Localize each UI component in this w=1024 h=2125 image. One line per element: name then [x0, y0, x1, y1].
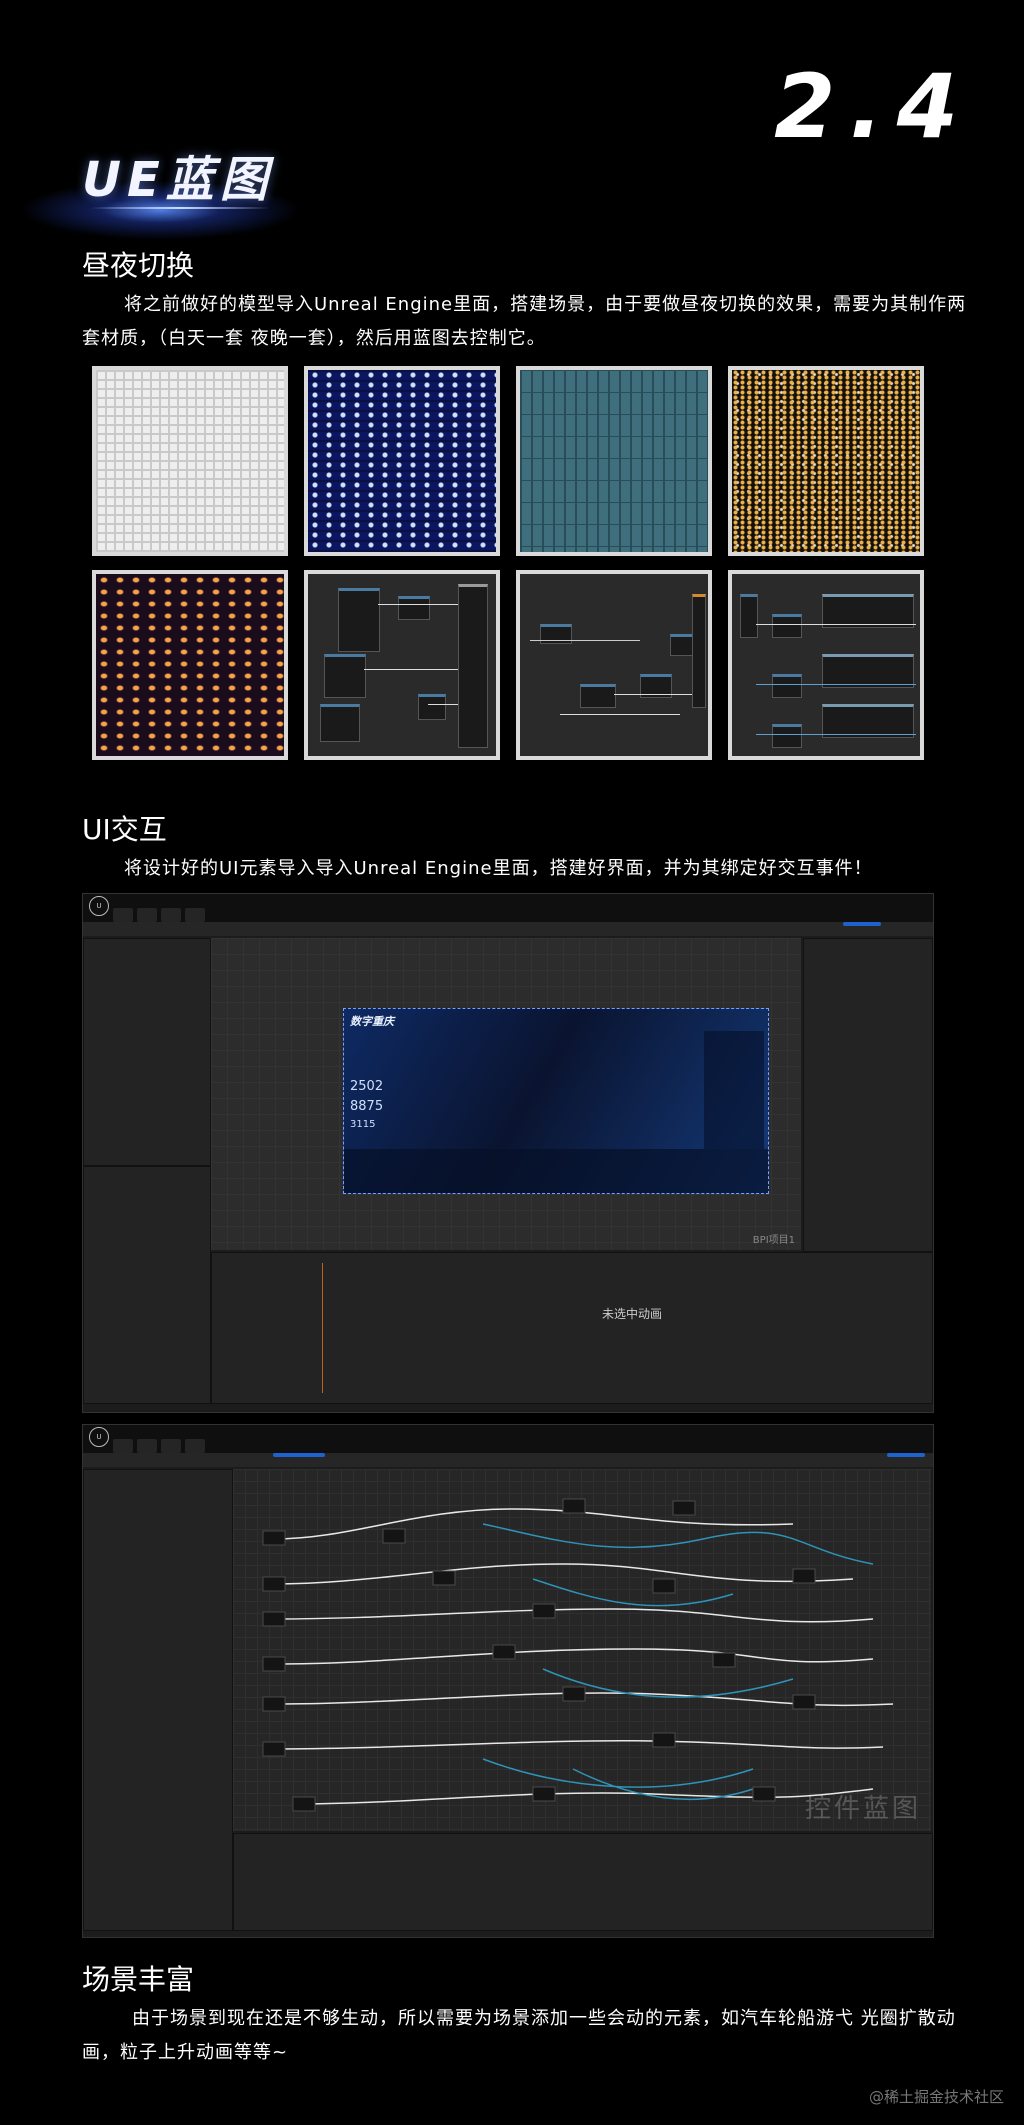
day-night-heading: 昼夜切换 [82, 249, 195, 282]
texture-tile-teal [516, 366, 712, 556]
dashboard-number-1: 2502 [350, 1079, 384, 1094]
day-night-body-2: 套材质，（白天一套 夜晚一套），然后用蓝图去控制它。 [82, 328, 546, 349]
editor-tabs-2 [83, 1439, 933, 1453]
dashboard-title: 数字重庆 [350, 1015, 394, 1028]
viewport-watermark: BPI项目1 [752, 1235, 795, 1246]
tab-2-3[interactable] [161, 1439, 181, 1453]
page-title: UE蓝图 [82, 152, 274, 208]
editor-toolbar [83, 922, 933, 936]
dashboard-right-panel [704, 1031, 764, 1149]
compile-button[interactable] [887, 1453, 925, 1457]
ue-widget-designer-window: U 数字重庆 2502 8875 3115 BPI项目1 未选中动画 [82, 893, 934, 1413]
my-blueprint-panel [83, 1469, 233, 1931]
editor-tabs [83, 908, 933, 922]
find-results-panel [233, 1833, 933, 1931]
ui-heading: UI交互 [82, 813, 167, 846]
dashboard-number-2: 8875 [350, 1099, 384, 1114]
tab-2-1[interactable] [113, 1439, 133, 1453]
hierarchy-panel [83, 1166, 211, 1404]
event-graph[interactable]: 控件蓝图 [233, 1469, 931, 1831]
ui-body: 将设计好的UI元素导入导入Unreal Engine里面，搭建好界面，并为其绑定… [124, 858, 873, 879]
tab-2-4[interactable] [185, 1439, 205, 1453]
dashboard-bottom-panels [344, 1149, 768, 1193]
texture-tile-blue-night [304, 366, 500, 556]
scene-body-2: 画，粒子上升动画等等~ [82, 2042, 289, 2063]
blueprint-node-graph-wide-tile [728, 570, 924, 760]
blueprint-node-graph-tile [516, 570, 712, 760]
ue-widget-blueprint-window: U 控件蓝图 [82, 1424, 934, 1938]
timeline-playhead[interactable] [322, 1263, 323, 1393]
scene-body-1: 由于场景到现在还是不够生动，所以需要为场景添加一些会动的元素，如汽车轮船游弋 光… [132, 2008, 956, 2029]
graph-mode-button[interactable] [273, 1453, 325, 1457]
no-animation-selected-text: 未选中动画 [602, 1307, 663, 1321]
designer-mode-button[interactable] [843, 922, 881, 926]
dashboard-preview: 数字重庆 2502 8875 3115 [343, 1008, 769, 1194]
dashboard-number-3: 3115 [350, 1119, 376, 1130]
footer-credit: @稀土掘金技术社区 [868, 2088, 1004, 2106]
texture-tile-white [92, 366, 288, 556]
graph-watermark: 控件蓝图 [804, 1794, 921, 1824]
editor-toolbar-2 [83, 1453, 933, 1467]
texture-tile-purple-night [92, 570, 288, 760]
section-number: 2.4 [774, 55, 972, 158]
day-night-body-1: 将之前做好的模型导入Unreal Engine里面，搭建场景，由于要做昼夜切换的… [124, 294, 967, 315]
graph-wires [262, 1498, 894, 1812]
tab-3[interactable] [161, 908, 181, 922]
palette-panel [83, 938, 211, 1166]
texture-tile-dark-lit [728, 366, 924, 556]
details-panel [803, 938, 933, 1252]
tab-4[interactable] [185, 908, 205, 922]
tab-2[interactable] [137, 908, 157, 922]
material-node-graph-tile [304, 570, 500, 760]
tab-1[interactable] [113, 908, 133, 922]
designer-viewport[interactable]: 数字重庆 2502 8875 3115 BPI项目1 [211, 938, 801, 1250]
animation-panel: 未选中动画 [211, 1252, 933, 1404]
scene-heading: 场景丰富 [82, 1963, 195, 1996]
tab-2-2[interactable] [137, 1439, 157, 1453]
